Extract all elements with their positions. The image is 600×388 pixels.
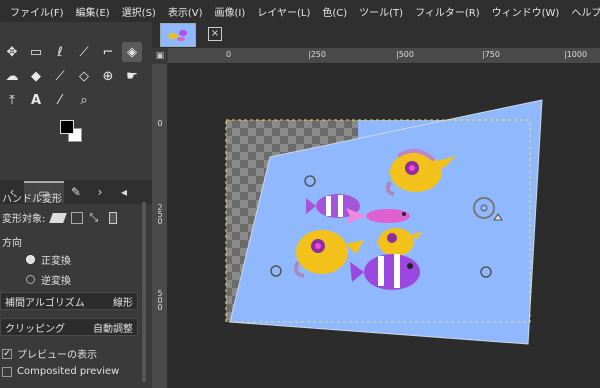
ruler-tick: 2 5 0 [157,203,163,226]
transform-image-icon[interactable] [109,211,118,224]
ruler-tick: |250 [308,50,326,59]
menu-layer[interactable]: レイヤー(L) [251,4,316,19]
forward-label: 正変換 [41,256,71,267]
ruler-horizontal[interactable]: 0 |250 |500 |750 |1000 [168,48,600,64]
radio-forward[interactable] [26,255,35,264]
color-picker-icon[interactable]: ⁄ [50,90,70,110]
chevron-right-icon[interactable]: › [88,181,112,203]
fuzzy-select-icon[interactable]: ⟋ [74,42,94,62]
ruler-tick: 0 [226,50,232,59]
radio-backward[interactable] [26,275,35,284]
quick-mask-icon[interactable]: ▣ [152,48,168,64]
eraser-icon[interactable]: ◇ [74,66,94,86]
interpolation-label: 補間アルゴリズム [5,297,85,309]
direction-label: 方向 [2,238,22,249]
direction-backward[interactable]: 逆変換 [26,272,71,287]
ruler-tick: 5 0 0 [157,289,163,312]
rect-select-icon[interactable]: ▭ [26,42,46,62]
dock-menu-icon[interactable]: ◂ [112,181,136,203]
clipping-select[interactable]: 自動調整 [93,320,133,335]
clipping-label: クリッピング [5,323,65,335]
handle-transform-icon[interactable]: ◈ [122,42,142,62]
close-image-icon[interactable]: × [208,27,222,41]
show-preview-label: プレビューの表示 [17,350,97,361]
bucket-fill-icon[interactable]: ◆ [26,66,46,86]
menu-file[interactable]: ファイル(F) [4,4,70,19]
menu-color[interactable]: 色(C) [316,4,353,19]
device-status-tab-icon[interactable]: ✎ [64,181,88,203]
transform-selection-icon[interactable] [71,211,84,224]
clipping-row[interactable]: クリッピング 自動調整 [0,318,138,336]
composited-preview-row[interactable]: Composited preview [2,366,119,377]
transform-target-row: 変形対象: ⤡ [2,210,118,225]
transform-path-icon[interactable]: ⤡ [89,211,103,225]
smudge-icon[interactable]: ☛ [122,66,142,86]
ruler-tick: 0 [157,119,163,128]
menu-windows[interactable]: ウィンドウ(W) [486,4,566,19]
foreground-color[interactable] [60,120,74,134]
ruler-tick: |1000 [564,50,588,59]
paths-icon[interactable]: ⤒ [2,90,22,110]
image-canvas[interactable] [168,64,600,388]
show-preview-checkbox[interactable]: ✓ [2,348,12,359]
text-icon[interactable]: A [26,90,46,110]
backward-label: 逆変換 [41,276,71,287]
zoom-icon[interactable]: ⌕ [74,90,94,110]
menu-select[interactable]: 選択(S) [116,4,162,19]
transform-layer-icon[interactable] [49,212,68,223]
image-thumbnail[interactable] [160,23,196,47]
menu-tools[interactable]: ツール(T) [353,4,409,19]
transform-target-label: 変形対象: [2,214,46,225]
move-icon[interactable]: ✥ [2,42,22,62]
ruler-vertical[interactable]: 0 2 5 0 5 0 0 [152,64,168,388]
show-preview-row[interactable]: ✓ プレビューの表示 [2,346,97,361]
thumbnail-fish-icon [168,30,187,41]
menu-filters[interactable]: フィルター(R) [409,4,486,19]
menu-view[interactable]: 表示(V) [162,4,209,19]
menu-image[interactable]: 画像(I) [209,4,252,19]
menu-bar: ファイル(F) 編集(E) 選択(S) 表示(V) 画像(I) レイヤー(L) … [0,0,600,22]
menu-edit[interactable]: 編集(E) [70,4,116,19]
composited-preview-checkbox[interactable] [2,366,12,377]
clone-icon[interactable]: ⊕ [98,66,118,86]
toolbox: ✥ ▭ ℓ ⟋ ⌐ ◈ ☁ ◆ ⟋ ◇ ⊕ ☛ ⤒ A ⁄ ⌕ ‹ ▭ ✎ › … [0,22,152,388]
interpolation-select[interactable]: 線形 [113,294,133,309]
composited-preview-label: Composited preview [17,366,120,377]
image-tabs: × [152,22,600,48]
lasso-icon[interactable]: ℓ [50,42,70,62]
warp-icon[interactable]: ☁ [2,66,22,86]
ruler-tick: |500 [396,50,414,59]
crop-icon[interactable]: ⌐ [98,42,118,62]
options-scrollbar[interactable] [142,202,146,382]
ruler-tick: |750 [482,50,500,59]
interpolation-row[interactable]: 補間アルゴリズム 線形 [0,292,138,310]
paintbrush-icon[interactable]: ⟋ [50,66,70,86]
direction-forward[interactable]: 正変換 [26,252,71,267]
menu-help[interactable]: ヘルプ(H) [565,4,600,19]
tool-options-title: ハンドル変形 [2,194,62,205]
fg-bg-colors[interactable] [60,120,86,144]
canvas-artwork [225,99,543,345]
